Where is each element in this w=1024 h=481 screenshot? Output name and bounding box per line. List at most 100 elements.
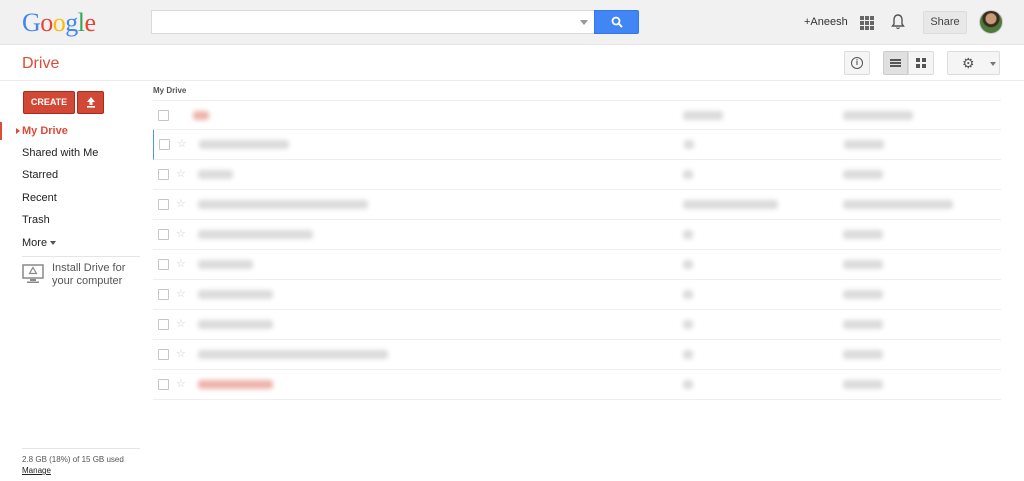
sidebar-item-shared-with-me[interactable]: Shared with Me (22, 147, 98, 159)
search-button[interactable] (594, 10, 639, 34)
star-icon[interactable]: ☆ (176, 197, 186, 210)
star-icon[interactable]: ☆ (176, 167, 186, 180)
sidebar-item-more[interactable]: More (22, 237, 57, 249)
sidebar: CREATE My Drive Shared with Me Starred R… (0, 81, 151, 481)
file-name-obscured (199, 140, 289, 149)
search-options-caret-icon[interactable] (580, 20, 588, 25)
star-icon[interactable]: ☆ (176, 377, 186, 390)
apps-grid-icon[interactable] (860, 16, 874, 30)
row-checkbox[interactable] (158, 379, 169, 390)
file-owner-obscured (683, 230, 693, 239)
row-checkbox[interactable] (158, 169, 169, 180)
grid-view-button[interactable] (908, 51, 934, 75)
file-owner-obscured (684, 140, 694, 149)
file-modified-obscured (843, 230, 883, 239)
page-title[interactable]: Drive (22, 55, 59, 73)
file-name-obscured (198, 290, 273, 299)
file-owner-obscured (683, 111, 723, 120)
row-checkbox[interactable] (159, 139, 170, 150)
file-row[interactable] (153, 100, 1001, 130)
sidebar-divider (22, 256, 140, 257)
file-row[interactable]: ☆ (153, 190, 1001, 220)
file-modified-obscured (843, 111, 913, 120)
sidebar-item-starred[interactable]: Starred (22, 169, 58, 181)
upload-icon (87, 97, 95, 108)
file-owner-obscured (683, 290, 693, 299)
star-icon[interactable]: ☆ (176, 317, 186, 330)
top-bar: Google +Aneesh Share (0, 0, 1024, 45)
details-button[interactable]: i (844, 51, 870, 75)
list-view-button[interactable] (883, 51, 908, 75)
star-icon[interactable]: ☆ (176, 287, 186, 300)
notifications-bell-icon[interactable] (890, 13, 906, 31)
file-name-obscured (198, 260, 253, 269)
sidebar-item-my-drive[interactable]: My Drive (22, 125, 68, 137)
chevron-down-icon (50, 241, 57, 246)
file-name-obscured (193, 111, 209, 120)
row-checkbox[interactable] (158, 110, 169, 121)
account-name-link[interactable]: +Aneesh (804, 16, 848, 28)
search-input[interactable] (151, 10, 594, 34)
file-owner-obscured (683, 200, 778, 209)
file-row[interactable]: ☆ (153, 130, 1001, 160)
star-icon[interactable]: ☆ (176, 347, 186, 360)
file-modified-obscured (844, 140, 884, 149)
file-name-obscured (198, 350, 388, 359)
avatar[interactable] (979, 10, 1003, 34)
active-nav-arrow-icon (16, 128, 20, 134)
file-modified-obscured (843, 350, 883, 359)
row-checkbox[interactable] (158, 229, 169, 240)
file-row[interactable]: ☆ (153, 160, 1001, 190)
create-button[interactable]: CREATE (23, 91, 75, 114)
file-modified-obscured (843, 170, 883, 179)
row-checkbox[interactable] (158, 289, 169, 300)
file-name-obscured (198, 200, 368, 209)
file-list-area: My Drive ☆ ☆ ☆ ☆ ☆ ☆ ☆ ☆ ☆ (151, 81, 1024, 481)
chevron-down-icon (990, 62, 996, 66)
monitor-drive-icon (22, 264, 44, 283)
file-modified-obscured (843, 260, 883, 269)
sidebar-item-more-label: More (22, 237, 48, 249)
sidebar-divider (22, 448, 140, 449)
row-checkbox[interactable] (158, 349, 169, 360)
sidebar-item-trash[interactable]: Trash (22, 214, 50, 226)
search-icon (611, 16, 623, 28)
file-row[interactable]: ☆ (153, 370, 1001, 400)
star-icon[interactable]: ☆ (176, 227, 186, 240)
file-owner-obscured (683, 380, 693, 389)
settings-button[interactable]: ⚙ (947, 51, 1000, 75)
file-owner-obscured (683, 260, 693, 269)
row-checkbox[interactable] (158, 199, 169, 210)
file-owner-obscured (683, 350, 693, 359)
sidebar-item-recent[interactable]: Recent (22, 192, 57, 204)
grid-view-icon (916, 58, 926, 68)
file-modified-obscured (843, 290, 883, 299)
file-name-obscured (198, 380, 273, 389)
file-owner-obscured (683, 170, 693, 179)
drive-toolbar: Drive i ⚙ (0, 45, 1024, 81)
breadcrumb[interactable]: My Drive (153, 86, 186, 95)
info-icon: i (851, 57, 863, 69)
row-checkbox[interactable] (158, 259, 169, 270)
file-modified-obscured (843, 380, 883, 389)
file-name-obscured (198, 320, 273, 329)
manage-storage-link[interactable]: Manage (22, 466, 51, 475)
install-drive-text: Install Drive for your computer (52, 262, 126, 287)
file-row[interactable]: ☆ (153, 310, 1001, 340)
file-modified-obscured (843, 320, 883, 329)
upload-button[interactable] (77, 91, 104, 114)
file-owner-obscured (683, 320, 693, 329)
file-row[interactable]: ☆ (153, 340, 1001, 370)
file-name-obscured (198, 230, 313, 239)
google-logo[interactable]: Google (22, 8, 96, 38)
share-button[interactable]: Share (923, 11, 967, 34)
star-icon[interactable]: ☆ (176, 257, 186, 270)
row-checkbox[interactable] (158, 319, 169, 330)
file-row[interactable]: ☆ (153, 220, 1001, 250)
file-row[interactable]: ☆ (153, 280, 1001, 310)
gear-icon: ⚙ (962, 55, 975, 71)
file-name-obscured (198, 170, 233, 179)
list-view-icon (890, 59, 901, 67)
star-icon[interactable]: ☆ (177, 137, 187, 150)
file-row[interactable]: ☆ (153, 250, 1001, 280)
